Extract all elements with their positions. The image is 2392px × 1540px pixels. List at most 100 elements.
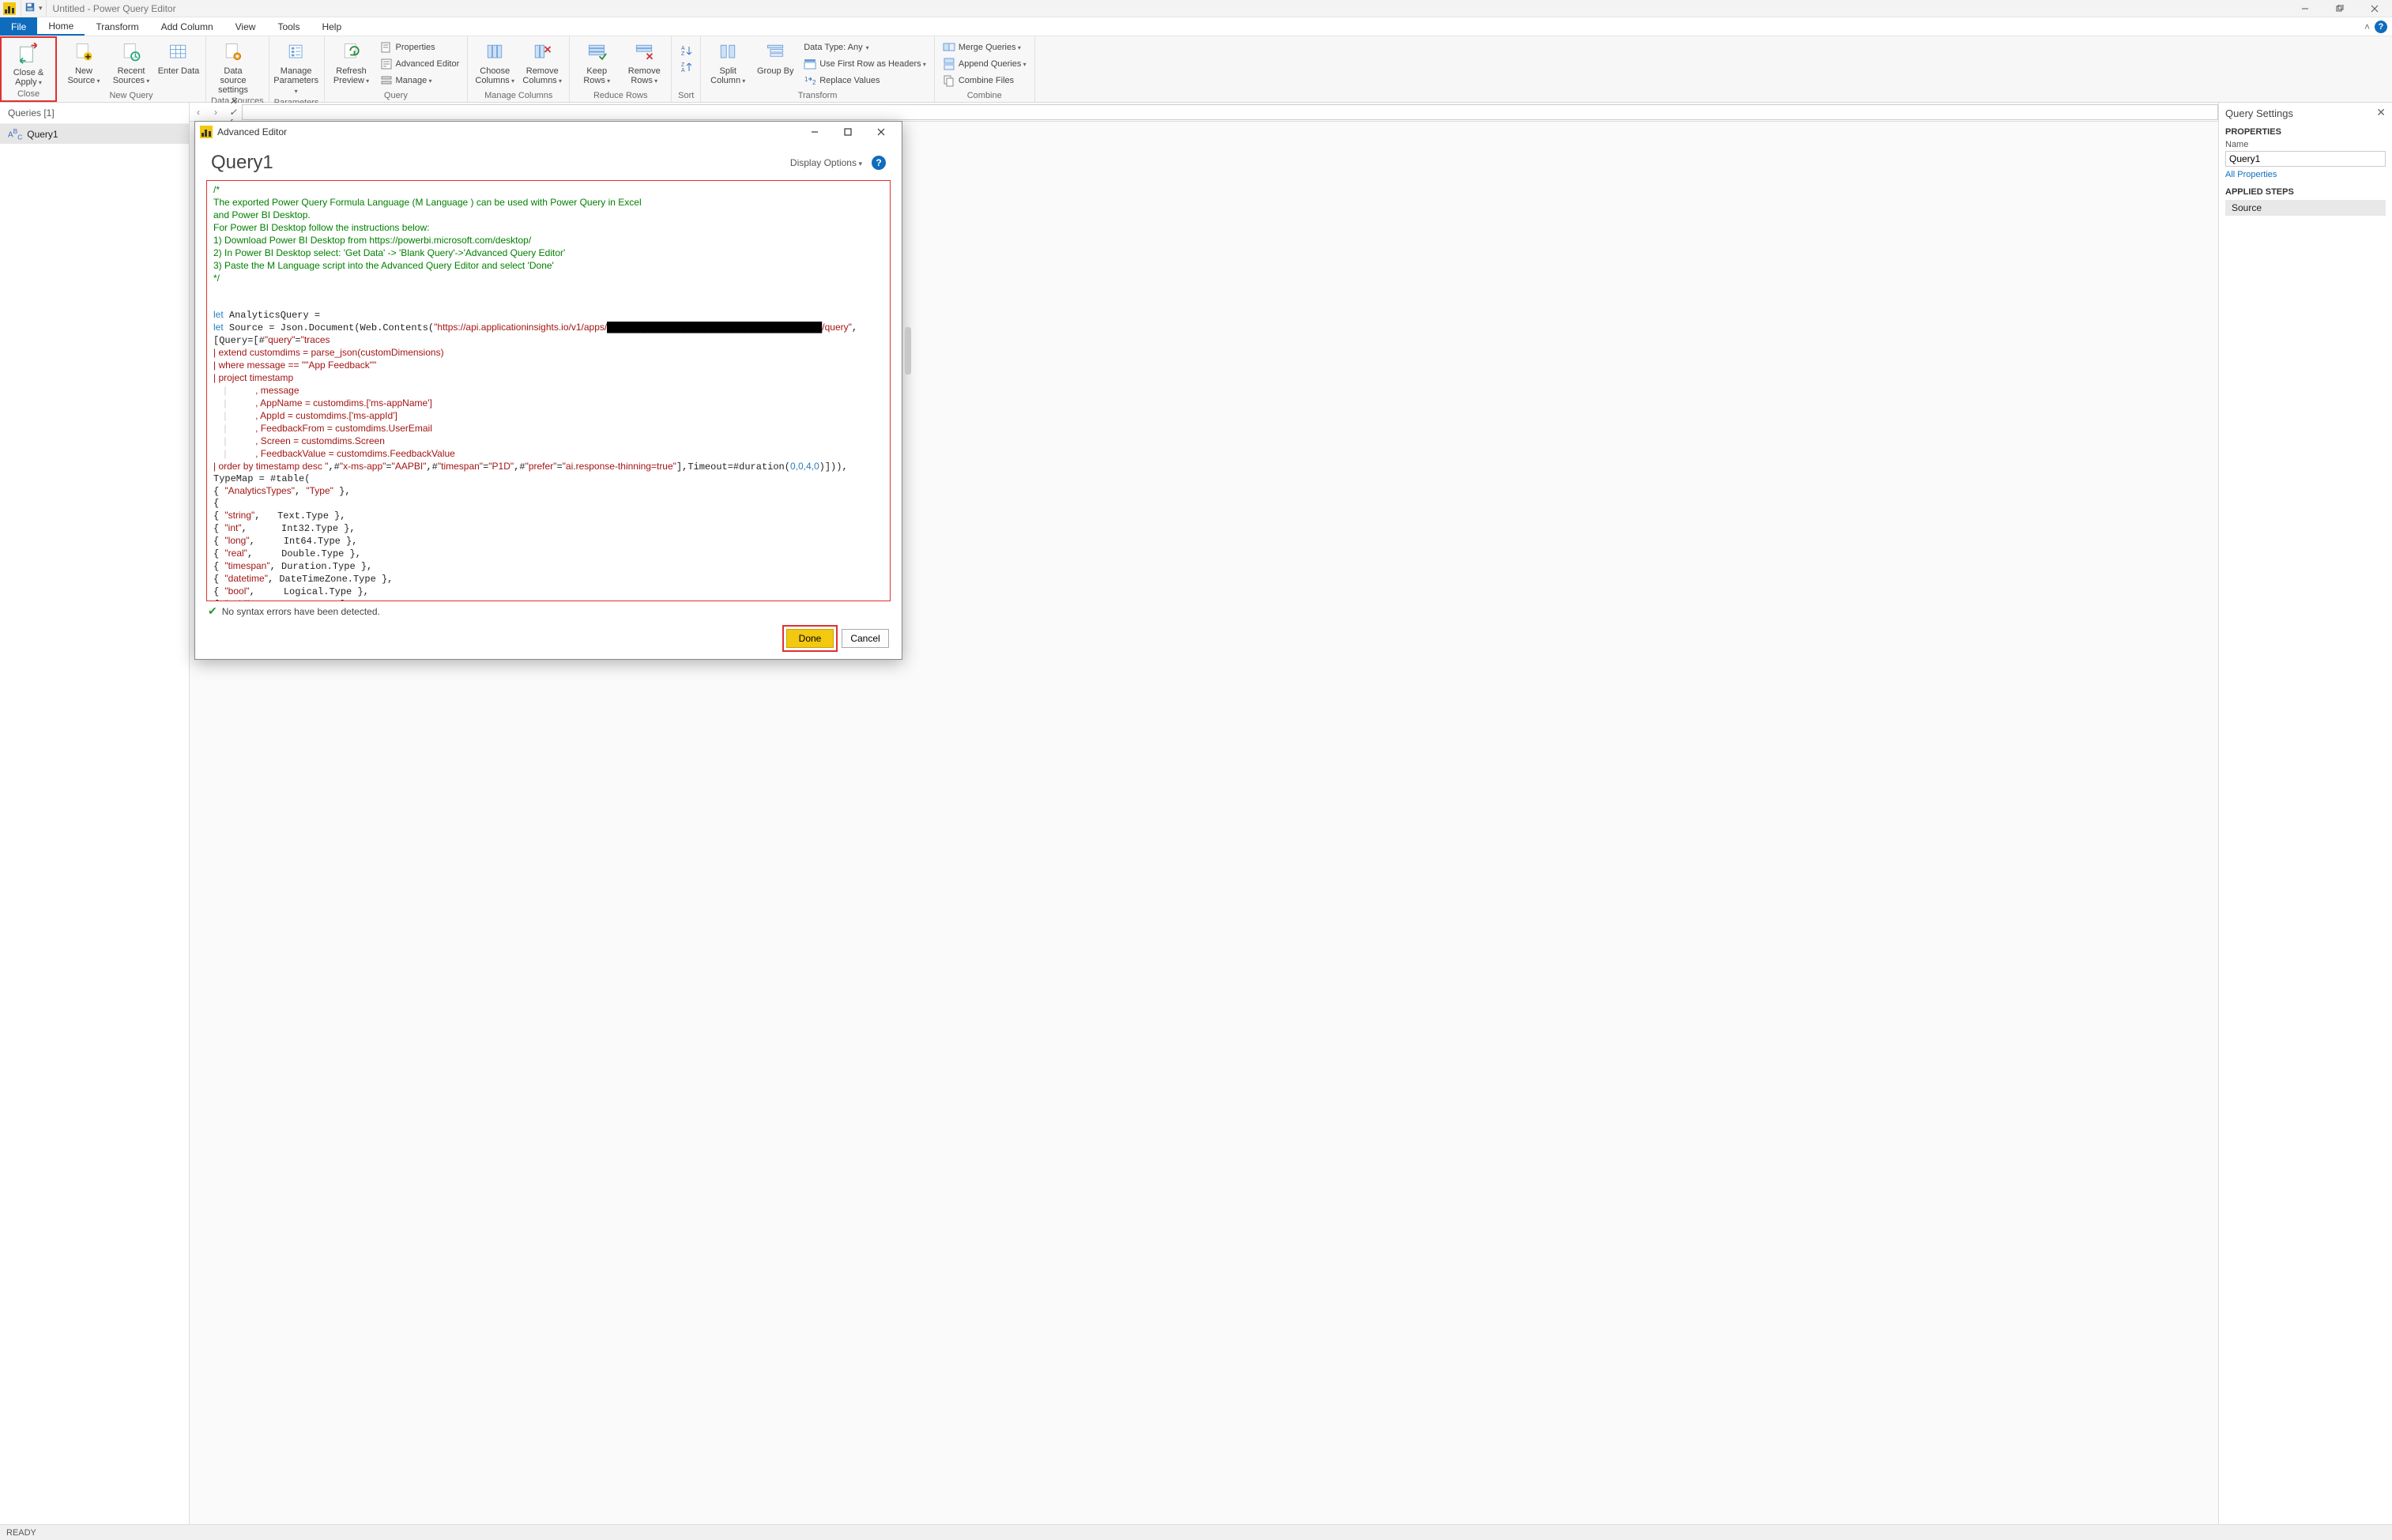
advanced-editor-button[interactable]: Advanced Editor xyxy=(377,56,463,72)
manage-button[interactable]: Manage xyxy=(377,73,463,88)
ribbon-group-new-query: ✚New Source Recent Sources Enter Data Ne… xyxy=(57,36,206,102)
ribbon: Close & Apply Close ✚New Source Recent S… xyxy=(0,36,2392,103)
cancel-button[interactable]: Cancel xyxy=(842,629,889,648)
help-icon[interactable]: ? xyxy=(2375,21,2387,33)
done-button[interactable]: Done xyxy=(786,629,834,648)
step-item[interactable]: Source xyxy=(2225,200,2386,216)
menu-bar: File Home Transform Add Column View Tool… xyxy=(0,17,2392,36)
data-type-button[interactable]: Data Type: Any ▾ xyxy=(800,40,929,55)
svg-text:1: 1 xyxy=(804,76,808,83)
recent-sources-button[interactable]: Recent Sources xyxy=(109,38,153,86)
ribbon-group-combine: Merge Queries Append Queries Combine Fil… xyxy=(935,36,1035,102)
formula-bar: ‹ › ✕ ✓ fx xyxy=(190,103,2218,122)
svg-text:✚: ✚ xyxy=(85,53,92,61)
save-icon[interactable] xyxy=(24,2,36,15)
tab-home[interactable]: Home xyxy=(37,17,85,36)
group-by-button[interactable]: Group By xyxy=(753,38,797,76)
tab-help[interactable]: Help xyxy=(311,17,352,36)
manage-parameters-button[interactable]: Manage Parameters xyxy=(274,38,318,96)
display-options-dropdown[interactable]: Display Options xyxy=(790,157,862,168)
replace-icon: 12 xyxy=(804,74,816,87)
advanced-editor-dialog: Advanced Editor Query1 Display Options ?… xyxy=(194,121,902,660)
check-icon: ✔ xyxy=(208,604,217,618)
append-queries-button[interactable]: Append Queries xyxy=(940,56,1030,72)
ribbon-group-transform: Split Column Group By Data Type: Any ▾ U… xyxy=(701,36,935,102)
file-menu[interactable]: File xyxy=(0,17,37,36)
svg-text:A: A xyxy=(681,46,685,51)
ribbon-group-sort: AZ ZA Sort xyxy=(672,36,701,102)
query-item[interactable]: ABC Query1 xyxy=(0,124,189,144)
first-row-headers-button[interactable]: Use First Row as Headers xyxy=(800,56,929,72)
quick-access-toolbar: ▾ xyxy=(21,0,47,17)
applied-steps-label: APPLIED STEPS xyxy=(2225,187,2386,197)
dialog-help-icon[interactable]: ? xyxy=(872,156,886,170)
combine-files-button[interactable]: Combine Files xyxy=(940,73,1030,88)
name-label: Name xyxy=(2225,140,2386,149)
qat-dropdown-icon[interactable]: ▾ xyxy=(39,4,43,13)
dialog-minimize-button[interactable] xyxy=(799,122,831,141)
dialog-close-button[interactable] xyxy=(865,122,897,141)
ribbon-group-parameters: Manage Parameters Parameters xyxy=(269,36,325,102)
tab-transform[interactable]: Transform xyxy=(85,17,149,36)
tab-tools[interactable]: Tools xyxy=(266,17,311,36)
dialog-maximize-button[interactable] xyxy=(832,122,864,141)
status-bar: READY xyxy=(0,1524,2392,1540)
tab-add-column[interactable]: Add Column xyxy=(150,17,224,36)
window-title: Untitled - Power Query Editor xyxy=(53,3,176,14)
collapse-ribbon-icon[interactable]: ˄ xyxy=(2364,21,2370,32)
dialog-title: Advanced Editor xyxy=(217,126,287,137)
data-source-settings-button[interactable]: Data source settings xyxy=(211,38,255,95)
sort-asc-button[interactable]: AZ xyxy=(676,43,695,58)
formula-input[interactable] xyxy=(242,104,2218,120)
close-apply-button[interactable]: Close & Apply xyxy=(6,40,51,88)
tab-view[interactable]: View xyxy=(224,17,267,36)
nav-next-button[interactable]: › xyxy=(207,104,224,121)
nav-prev-button[interactable]: ‹ xyxy=(190,104,207,121)
ribbon-group-data-sources: Data source settings Data Sources xyxy=(206,36,269,102)
queries-pane: Queries [1] ABC Query1 xyxy=(0,103,190,1524)
window-close-button[interactable] xyxy=(2357,0,2392,17)
choose-columns-button[interactable]: Choose Columns xyxy=(473,38,517,86)
properties-button[interactable]: Properties xyxy=(377,40,463,55)
dialog-header: Query1 xyxy=(211,152,273,174)
keep-rows-button[interactable]: Keep Rows xyxy=(574,38,619,86)
sort-desc-icon: ZA xyxy=(680,61,692,73)
scrollbar-thumb[interactable] xyxy=(905,327,911,375)
advanced-editor-icon xyxy=(380,58,393,70)
code-editor[interactable]: /* The exported Power Query Formula Lang… xyxy=(206,180,891,601)
ribbon-group-reduce-rows: Keep Rows Remove Rows Reduce Rows xyxy=(570,36,672,102)
table-header-icon xyxy=(804,58,816,70)
title-bar: ▾ Untitled - Power Query Editor xyxy=(0,0,2392,17)
all-properties-link[interactable]: All Properties xyxy=(2225,170,2386,179)
text-type-icon: ABC xyxy=(8,127,22,141)
status-text: READY xyxy=(6,1528,36,1538)
sort-asc-icon: AZ xyxy=(680,44,692,57)
window-minimize-button[interactable] xyxy=(2288,0,2322,17)
manage-icon xyxy=(380,74,393,87)
ribbon-group-close: Close & Apply Close xyxy=(0,36,57,102)
combine-files-icon xyxy=(943,74,955,87)
ribbon-group-query: Refresh Preview Properties Advanced Edit… xyxy=(325,36,469,102)
svg-text:Z: Z xyxy=(681,51,685,57)
merge-queries-button[interactable]: Merge Queries xyxy=(940,40,1030,55)
merge-icon xyxy=(943,41,955,54)
remove-rows-button[interactable]: Remove Rows xyxy=(622,38,666,86)
window-maximize-button[interactable] xyxy=(2322,0,2357,17)
replace-values-button[interactable]: 12Replace Values xyxy=(800,73,929,88)
query-settings-pane: Query Settings ✕ PROPERTIES Name All Pro… xyxy=(2218,103,2392,1524)
enter-data-button[interactable]: Enter Data xyxy=(156,38,201,76)
properties-icon xyxy=(380,41,393,54)
split-column-button[interactable]: Split Column xyxy=(706,38,750,86)
refresh-preview-button[interactable]: Refresh Preview xyxy=(330,38,374,86)
settings-close-button[interactable]: ✕ xyxy=(2376,106,2386,119)
dialog-app-icon xyxy=(200,126,213,138)
properties-section-label: PROPERTIES xyxy=(2225,127,2386,137)
remove-columns-button[interactable]: Remove Columns xyxy=(520,38,564,86)
new-source-button[interactable]: ✚New Source xyxy=(62,38,106,86)
syntax-status: No syntax errors have been detected. xyxy=(222,606,380,617)
svg-text:A: A xyxy=(681,68,685,73)
svg-text:2: 2 xyxy=(812,79,816,86)
append-icon xyxy=(943,58,955,70)
sort-desc-button[interactable]: ZA xyxy=(676,59,695,75)
query-name-input[interactable] xyxy=(2225,151,2386,167)
